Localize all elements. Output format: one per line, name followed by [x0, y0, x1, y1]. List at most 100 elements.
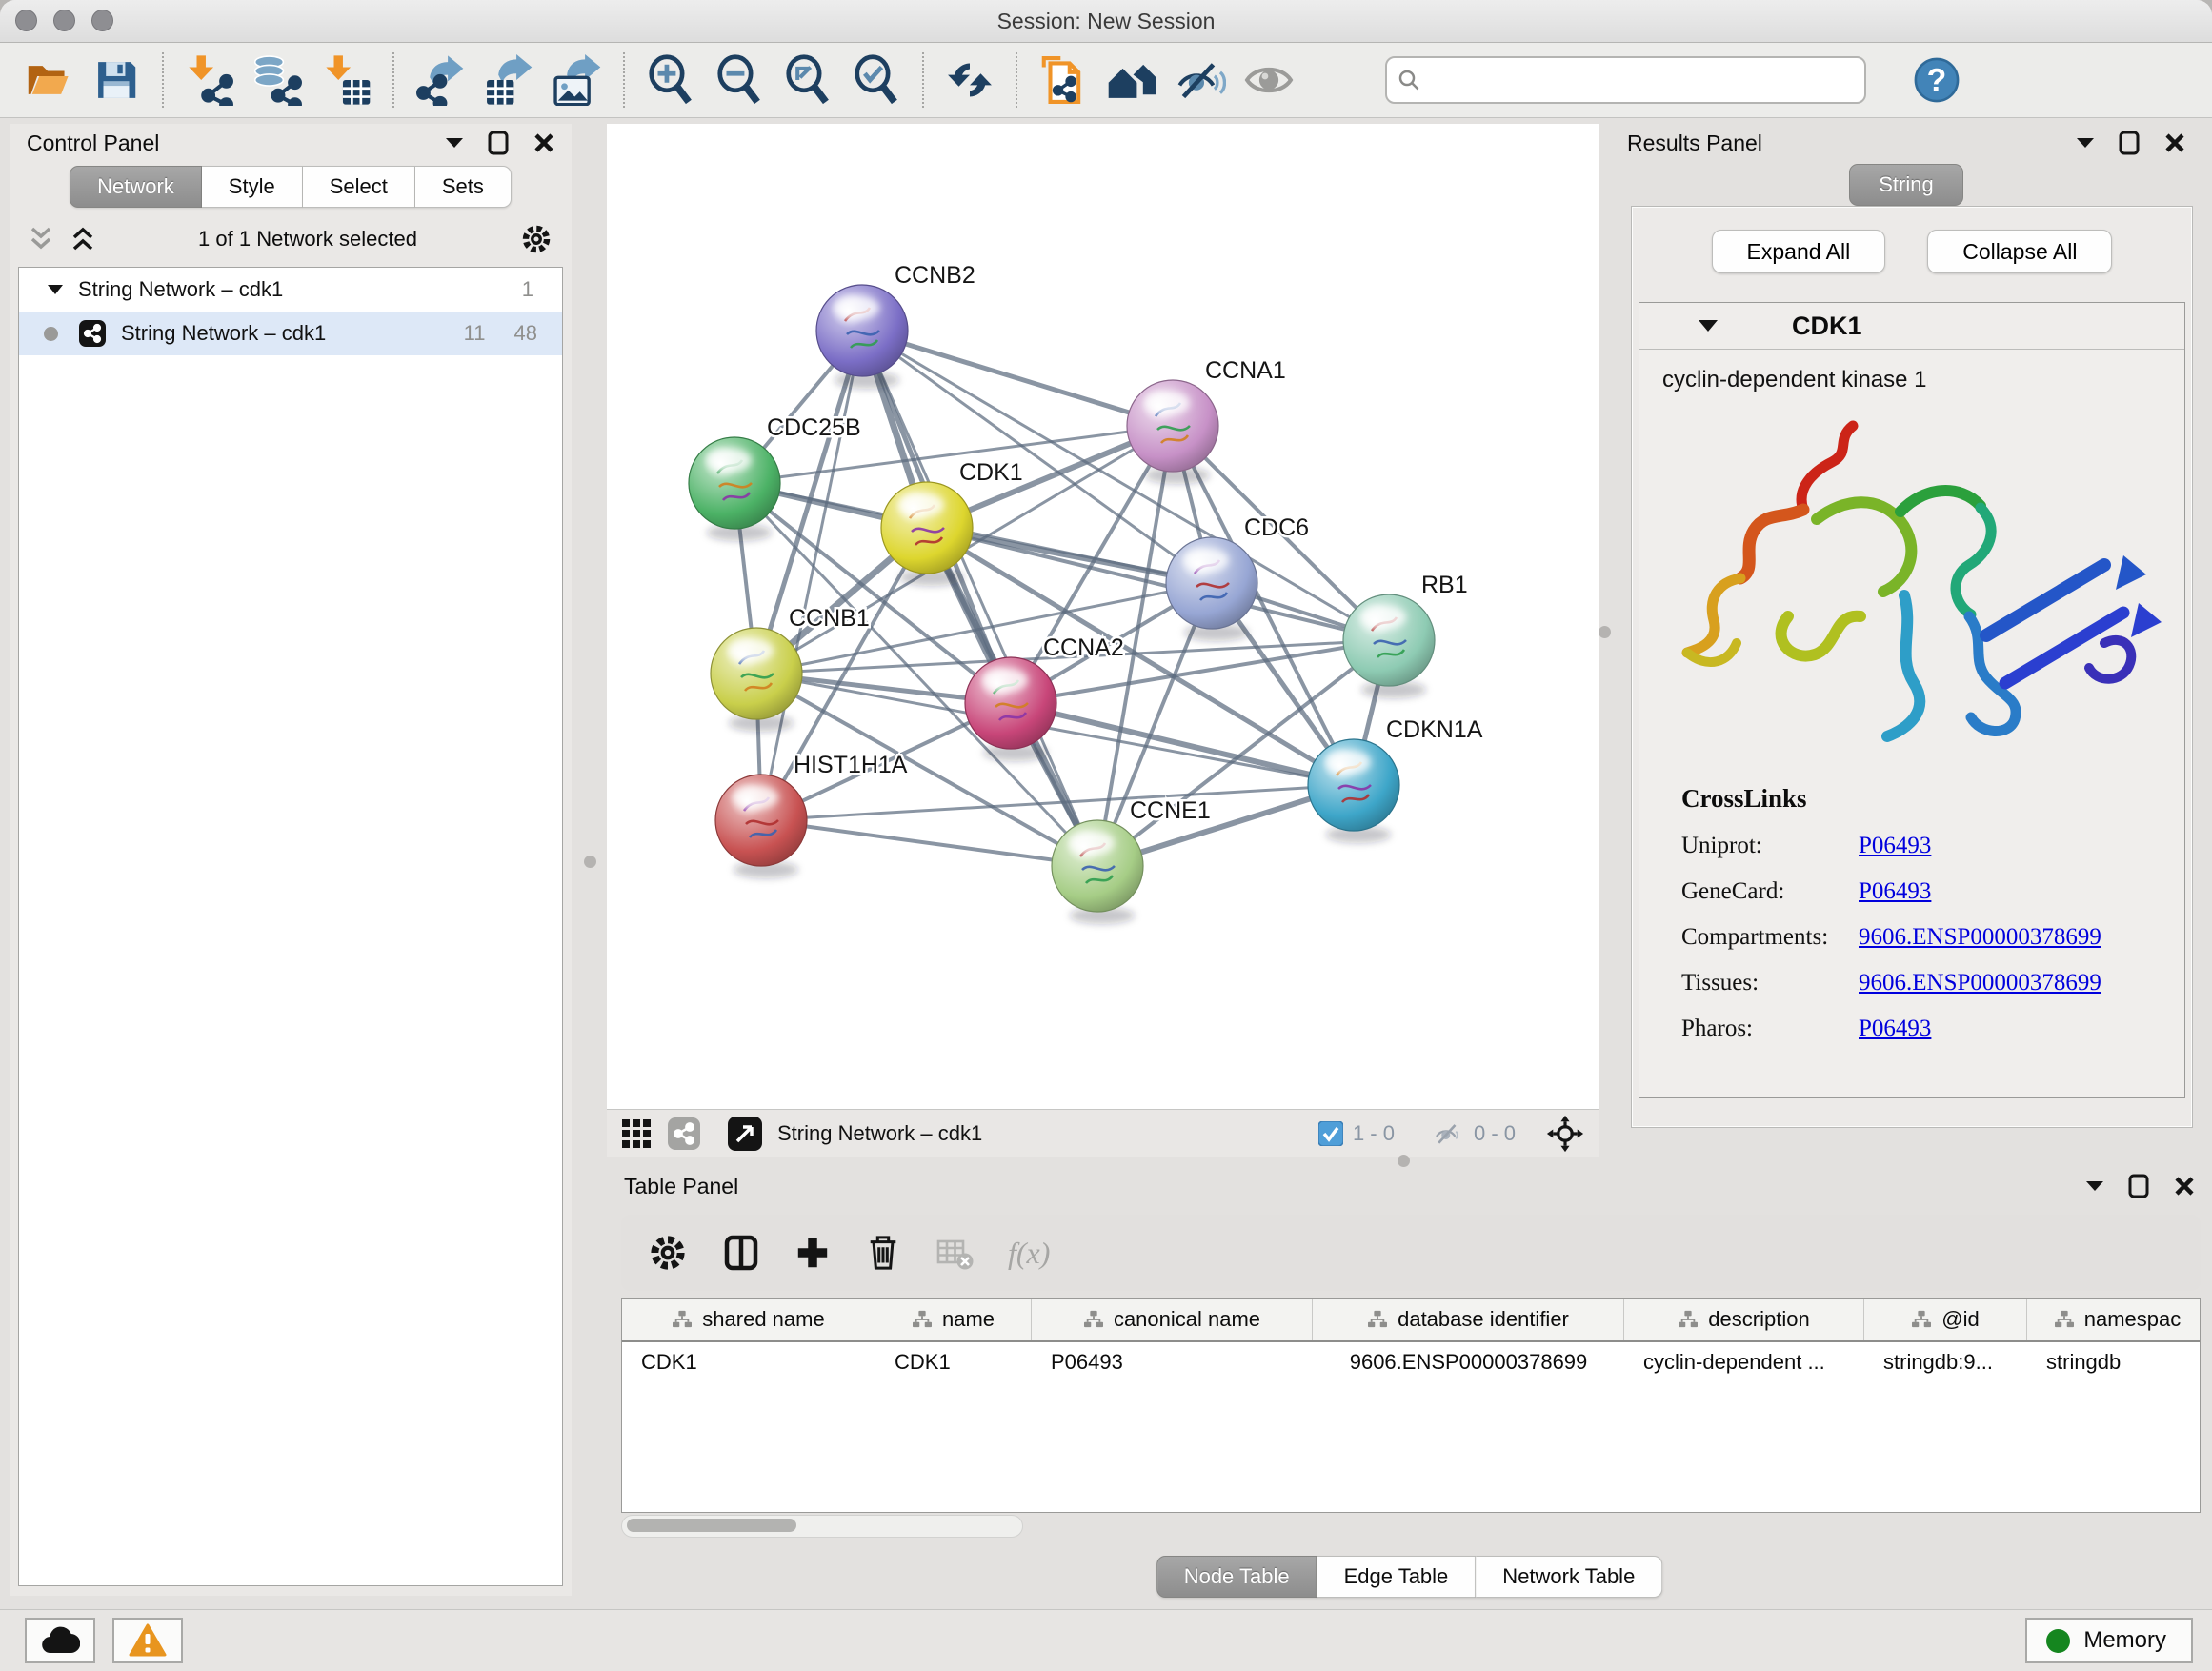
column-type-icon: [1678, 1310, 1699, 1329]
network-edge[interactable]: [862, 331, 1097, 866]
network-node[interactable]: RB1: [1343, 572, 1468, 698]
open-session-button[interactable]: [13, 49, 82, 111]
search-input[interactable]: [1421, 67, 1855, 93]
column-header[interactable]: database identifier: [1313, 1299, 1624, 1340]
column-header[interactable]: @id: [1864, 1299, 2027, 1340]
column-header[interactable]: description: [1624, 1299, 1864, 1340]
warnings-button[interactable]: [112, 1618, 183, 1663]
import-network-from-database-button[interactable]: [244, 49, 312, 111]
export-table-button[interactable]: [474, 49, 543, 111]
column-header[interactable]: name: [875, 1299, 1032, 1340]
column-header[interactable]: canonical name: [1032, 1299, 1313, 1340]
panel-menu-caret-icon[interactable]: [2077, 137, 2094, 149]
control-panel: Control Panel Network Style Select Sets …: [10, 124, 572, 1596]
scrollbar-thumb[interactable]: [627, 1519, 796, 1532]
collapse-section-caret-icon[interactable]: [1699, 319, 1718, 332]
float-panel-icon[interactable]: [2119, 131, 2140, 155]
crosslink-value-link[interactable]: P06493: [1859, 833, 1931, 859]
tab-edge-table[interactable]: Edge Table: [1317, 1556, 1477, 1598]
fit-content-button[interactable]: [774, 49, 842, 111]
current-network-name: String Network – cdk1: [777, 1121, 982, 1146]
import-table-from-file-button[interactable]: [312, 49, 381, 111]
network-view-mode-icon[interactable]: [668, 1117, 700, 1150]
hide-panel-button[interactable]: [1166, 49, 1235, 111]
minimize-window-button[interactable]: [53, 10, 75, 31]
network-edge[interactable]: [761, 820, 1097, 866]
network-node[interactable]: HIST1H1A: [715, 752, 908, 878]
help-button[interactable]: ?: [1912, 55, 1961, 105]
save-session-button[interactable]: [82, 49, 151, 111]
crosslink-value-link[interactable]: 9606.ENSP00000378699: [1859, 924, 2101, 951]
network-options-gear-icon[interactable]: [520, 223, 553, 255]
node-label: CCNA2: [1043, 634, 1124, 661]
panel-menu-caret-icon[interactable]: [2086, 1180, 2103, 1192]
delete-column-icon[interactable]: [865, 1233, 901, 1273]
collapse-all-button[interactable]: Collapse All: [1927, 230, 2112, 273]
add-column-icon[interactable]: [794, 1235, 831, 1271]
network-node[interactable]: CDKN1A: [1308, 716, 1483, 843]
tab-network-table[interactable]: Network Table: [1476, 1556, 1662, 1598]
column-header[interactable]: namespac: [2027, 1299, 2201, 1340]
tab-string[interactable]: String: [1849, 164, 1962, 206]
zoom-out-button[interactable]: [705, 49, 774, 111]
memory-button[interactable]: Memory: [2025, 1618, 2193, 1663]
close-panel-icon[interactable]: [2164, 132, 2185, 153]
table-row[interactable]: CDK1CDK1P064939606.ENSP00000378699cyclin…: [622, 1342, 2200, 1382]
close-panel-icon[interactable]: [2174, 1176, 2195, 1197]
tab-node-table[interactable]: Node Table: [1156, 1556, 1317, 1598]
import-string-network-button[interactable]: [1029, 49, 1097, 111]
panel-menu-caret-icon[interactable]: [446, 137, 463, 149]
network-node[interactable]: CCNA1: [1127, 357, 1286, 484]
zoom-in-button[interactable]: [636, 49, 705, 111]
tab-network[interactable]: Network: [70, 166, 202, 208]
tab-style[interactable]: Style: [202, 166, 303, 208]
grid-view-icon[interactable]: [622, 1119, 651, 1148]
float-panel-icon[interactable]: [488, 131, 509, 155]
show-columns-icon[interactable]: [722, 1233, 760, 1273]
left-splitter-handle[interactable]: [584, 856, 596, 868]
export-network-button[interactable]: [406, 49, 474, 111]
horizontal-scrollbar[interactable]: [621, 1515, 1023, 1538]
cloud-status-button[interactable]: [25, 1618, 95, 1663]
table-options-gear-icon[interactable]: [648, 1233, 688, 1273]
network-graph[interactable]: CCNB2CCNA1CDC25BCDK1CDC6RB1CCNB1CCNA2CDK…: [607, 124, 1599, 1109]
expand-all-networks-icon[interactable]: [29, 226, 53, 252]
zoom-window-button[interactable]: [91, 10, 113, 31]
horizontal-splitter-handle[interactable]: [1398, 1155, 1410, 1167]
double-house-icon: [1106, 54, 1157, 106]
zoom-selected-button[interactable]: [842, 49, 911, 111]
crosslink-row: Compartments:9606.ENSP00000378699: [1681, 924, 2142, 951]
close-panel-icon[interactable]: [533, 132, 554, 153]
network-edge[interactable]: [761, 331, 862, 820]
float-panel-icon[interactable]: [2128, 1174, 2149, 1198]
show-panel-button[interactable]: [1235, 49, 1303, 111]
selected-checkbox-icon[interactable]: [1318, 1121, 1343, 1146]
column-header[interactable]: shared name: [622, 1299, 875, 1340]
crosslink-value-link[interactable]: P06493: [1859, 878, 1931, 905]
network-node[interactable]: CDK1: [881, 459, 1023, 586]
collapse-all-networks-icon[interactable]: [70, 226, 95, 252]
pan-crosshair-icon[interactable]: [1546, 1115, 1584, 1153]
apply-preferred-layout-button[interactable]: [935, 49, 1004, 111]
network-collection-row[interactable]: String Network – cdk1 1: [19, 268, 562, 312]
network-row[interactable]: String Network – cdk1 11 48: [19, 312, 562, 355]
close-window-button[interactable]: [15, 10, 37, 31]
right-splitter-handle[interactable]: [1599, 626, 1611, 638]
window-title: Session: New Session: [0, 0, 2212, 42]
tab-select[interactable]: Select: [303, 166, 415, 208]
crosslink-value-link[interactable]: 9606.ENSP00000378699: [1859, 970, 2101, 997]
crosslink-row: Uniprot:P06493: [1681, 833, 2142, 859]
network-edge[interactable]: [862, 331, 1173, 426]
collapse-caret-icon[interactable]: [48, 284, 63, 295]
network-node[interactable]: CDC25B: [689, 414, 861, 541]
tab-sets[interactable]: Sets: [415, 166, 512, 208]
show-welcome-screen-button[interactable]: [1097, 49, 1166, 111]
import-network-from-file-button[interactable]: [175, 49, 244, 111]
toolbar-separator: [392, 52, 394, 108]
birdseye-view-icon[interactable]: [728, 1117, 762, 1151]
expand-all-button[interactable]: Expand All: [1712, 230, 1886, 273]
crosslink-value-link[interactable]: P06493: [1859, 1016, 1931, 1042]
network-canvas[interactable]: CCNB2CCNA1CDC25BCDK1CDC6RB1CCNB1CCNA2CDK…: [607, 124, 1599, 1109]
network-node[interactable]: CCNB2: [816, 262, 975, 389]
export-image-button[interactable]: [543, 49, 612, 111]
